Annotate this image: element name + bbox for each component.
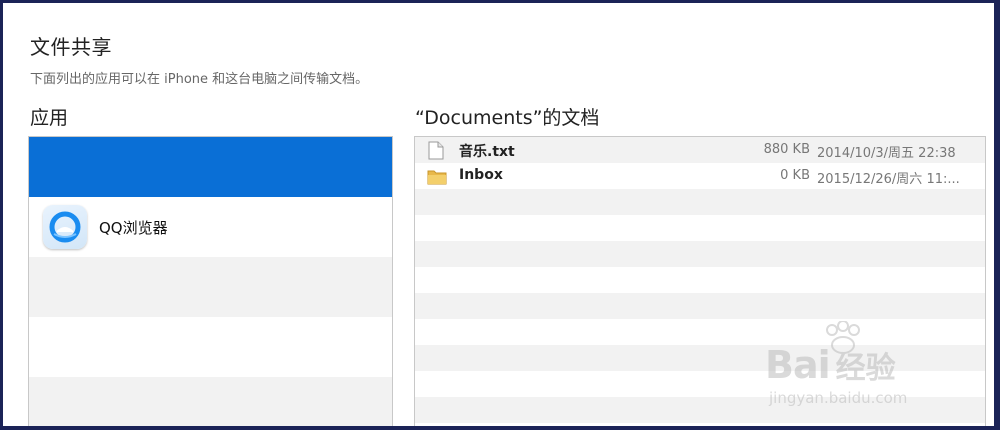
watermark-logo-cn: 经验: [835, 351, 896, 386]
empty-row: [415, 215, 985, 241]
document-name: Inbox: [459, 167, 503, 183]
empty-row: [415, 241, 985, 267]
app-item-qq-browser[interactable]: QQ浏览器: [29, 197, 392, 257]
document-row[interactable]: 音乐.txt 880 KB 2014/10/3/周五 22:38: [415, 137, 985, 163]
empty-row: [415, 319, 985, 345]
document-date: 2014/10/3/周五 22:38: [817, 146, 956, 161]
page-description: 下面列出的应用可以在 iPhone 和这台电脑之间传输文档。: [30, 72, 369, 87]
apps-list[interactable]: QQ浏览器: [28, 136, 393, 426]
document-name: 音乐.txt: [459, 144, 515, 160]
app-item-selected[interactable]: [29, 137, 392, 197]
empty-row: [415, 345, 985, 371]
watermark-logo: Bai 经验: [765, 343, 896, 387]
text-file-icon: [427, 141, 445, 160]
page-title: 文件共享: [30, 35, 112, 59]
watermark-logo-text: Bai: [765, 343, 831, 387]
empty-row: [29, 377, 392, 426]
document-row[interactable]: Inbox 0 KB 2015/12/26/周六 11:...: [415, 163, 985, 189]
app-label: QQ浏览器: [99, 218, 168, 237]
documents-list[interactable]: 音乐.txt 880 KB 2014/10/3/周五 22:38 Inbox 0…: [414, 136, 986, 426]
document-size: 880 KB: [763, 142, 810, 157]
apps-heading: 应用: [30, 107, 69, 129]
empty-row: [415, 293, 985, 319]
qq-browser-icon: [43, 205, 87, 249]
empty-row: [415, 189, 985, 215]
empty-row: [415, 423, 985, 426]
folder-icon: [427, 167, 447, 186]
file-sharing-window: 文件共享 下面列出的应用可以在 iPhone 和这台电脑之间传输文档。 应用 “…: [3, 3, 994, 426]
empty-row: [29, 317, 392, 377]
watermark-url: jingyan.baidu.com: [769, 389, 908, 407]
documents-heading: “Documents”的文档: [415, 107, 600, 129]
document-size: 0 KB: [780, 168, 810, 183]
empty-row: [415, 267, 985, 293]
empty-row: [29, 257, 392, 317]
document-date: 2015/12/26/周六 11:...: [817, 172, 960, 187]
